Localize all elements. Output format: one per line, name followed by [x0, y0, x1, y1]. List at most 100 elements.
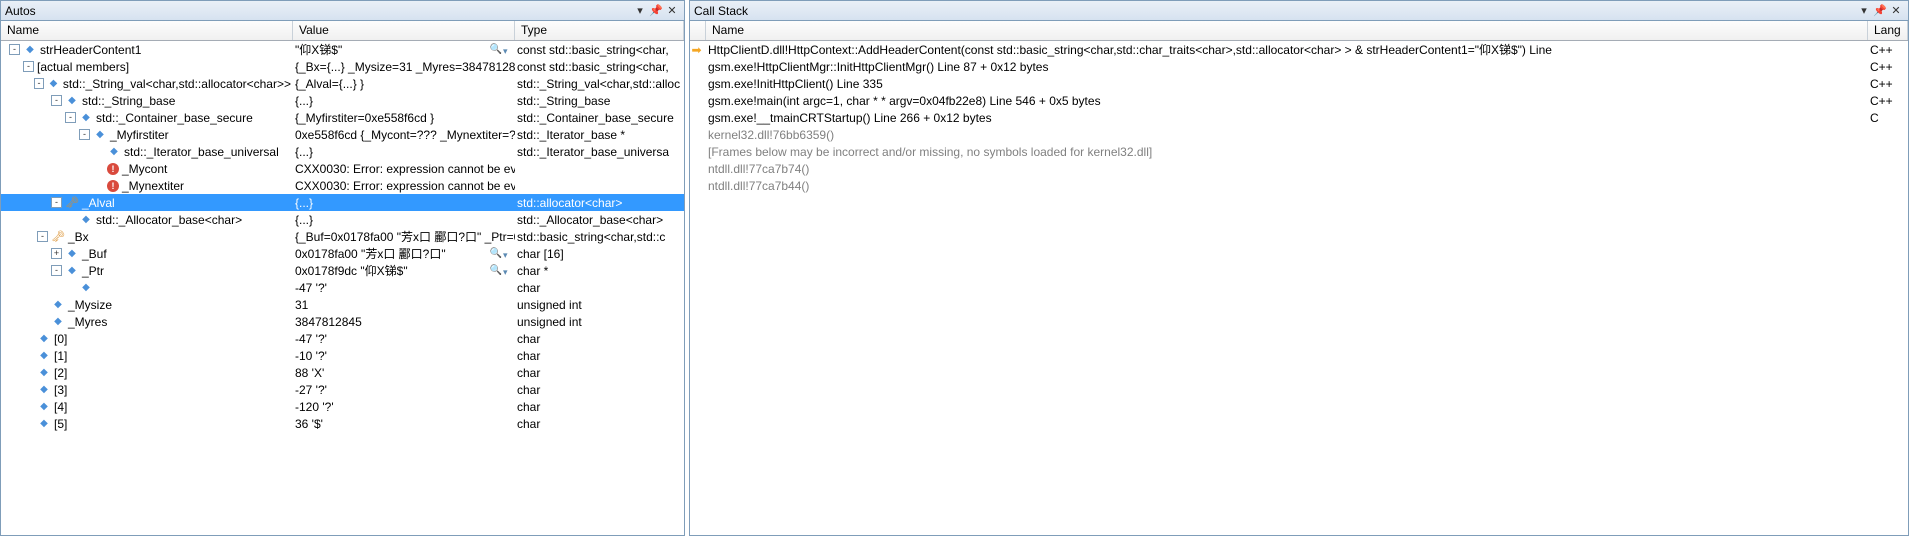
expand-icon[interactable]: + — [51, 248, 62, 259]
callstack-row[interactable]: ntdll.dll!77ca7b74() — [690, 160, 1908, 177]
col-name[interactable]: Name — [1, 21, 293, 40]
cell-value[interactable]: 31 — [293, 296, 515, 313]
cell-name: -[actual members] — [1, 58, 293, 75]
collapse-icon[interactable]: - — [51, 265, 62, 276]
cell-value[interactable]: {...} — [293, 92, 515, 109]
magnifier-icon[interactable] — [489, 264, 503, 278]
collapse-icon[interactable]: - — [23, 61, 34, 72]
variable-icon — [79, 111, 93, 125]
collapse-icon[interactable]: - — [65, 112, 76, 123]
visualizer-dropdown-icon[interactable] — [503, 43, 513, 57]
autos-row[interactable]: -std::_String_base{...}std::_String_base — [1, 92, 684, 109]
autos-row[interactable]: [4]-120 '?'char — [1, 398, 684, 415]
autos-row[interactable]: -[actual members]{_Bx={...} _Mysize=31 _… — [1, 58, 684, 75]
row-name-text: std::_String_val<char,std::allocator<cha… — [63, 77, 291, 91]
autos-row[interactable]: [2]88 'X'char — [1, 364, 684, 381]
row-value-text: CXX0030: Error: expression cannot be eva… — [295, 162, 515, 176]
cell-value[interactable]: {_Bx={...} _Mysize=31 _Myres=38478128 — [293, 58, 515, 75]
row-value-text: {_Bx={...} _Mysize=31 _Myres=38478128 — [295, 60, 515, 74]
autos-row[interactable]: -_Myfirstiter0xe558f6cd {_Mycont=??? _My… — [1, 126, 684, 143]
row-value-text: {...} — [295, 213, 513, 227]
autos-row[interactable]: [5]36 '$'char — [1, 415, 684, 432]
stack-lang-text — [1868, 160, 1908, 177]
autos-row[interactable]: -47 '?'char — [1, 279, 684, 296]
toggle-none — [65, 282, 76, 293]
cell-value[interactable]: -120 '?' — [293, 398, 515, 415]
cell-name: - _Bx — [1, 228, 293, 245]
callstack-header[interactable]: Call Stack ▾ 📌 ✕ — [690, 1, 1908, 21]
toggle-none — [23, 333, 34, 344]
row-name-text: [3] — [54, 383, 67, 397]
collapse-icon[interactable]: - — [79, 129, 90, 140]
col-value[interactable]: Value — [293, 21, 515, 40]
collapse-icon[interactable]: - — [51, 197, 62, 208]
visualizer-dropdown-icon[interactable] — [503, 264, 513, 278]
cell-value[interactable]: -47 '?' — [293, 279, 515, 296]
cell-value[interactable]: 0xe558f6cd {_Mycont=??? _Mynextiter=?? — [293, 126, 515, 143]
cell-value[interactable]: {...} — [293, 194, 515, 211]
autos-row[interactable]: [3]-27 '?'char — [1, 381, 684, 398]
callstack-row[interactable]: gsm.exe!HttpClientMgr::InitHttpClientMgr… — [690, 58, 1908, 75]
autos-row[interactable]: std::_Allocator_base<char>{...}std::_All… — [1, 211, 684, 228]
collapse-icon[interactable]: - — [34, 78, 44, 89]
autos-row[interactable]: std::_Iterator_base_universal{...}std::_… — [1, 143, 684, 160]
cell-value[interactable]: "仰X锑$" — [293, 41, 515, 58]
col-stack-lang[interactable]: Lang — [1868, 21, 1908, 40]
autos-row[interactable]: +_Buf0x0178fa00 "芳x口 酈口?口"char [16] — [1, 245, 684, 262]
autos-row[interactable]: _MycontCXX0030: Error: expression cannot… — [1, 160, 684, 177]
collapse-icon[interactable]: - — [9, 44, 20, 55]
pin-icon[interactable]: 📌 — [648, 3, 664, 19]
autos-row[interactable]: -_Ptr0x0178f9dc "仰X锑$"char * — [1, 262, 684, 279]
col-stack-name[interactable]: Name — [706, 21, 1868, 40]
autos-row[interactable]: _MynextiterCXX0030: Error: expression ca… — [1, 177, 684, 194]
callstack-row[interactable]: gsm.exe!main(int argc=1, char * * argv=0… — [690, 92, 1908, 109]
pin-icon[interactable]: 📌 — [1872, 3, 1888, 19]
toggle-none — [23, 350, 34, 361]
toggle-none — [23, 401, 34, 412]
cell-value[interactable]: {_Buf=0x0178fa00 "芳x口 酈口?口" _Ptr=0 — [293, 228, 515, 245]
autos-row[interactable]: -_Bx{_Buf=0x0178fa00 "芳x口 酈口?口" _Ptr=0st… — [1, 228, 684, 245]
cell-type — [515, 177, 684, 194]
visualizer-dropdown-icon[interactable] — [503, 247, 513, 261]
autos-row[interactable]: _Mysize31unsigned int — [1, 296, 684, 313]
col-type[interactable]: Type — [515, 21, 684, 40]
cell-value[interactable]: 3847812845 — [293, 313, 515, 330]
cell-value[interactable]: -10 '?' — [293, 347, 515, 364]
callstack-row[interactable]: HttpClientD.dll!HttpContext::AddHeaderCo… — [690, 41, 1908, 58]
dropdown-icon[interactable]: ▾ — [632, 3, 648, 19]
autos-row[interactable]: - std::_String_val<char,std::allocator<ch… — [1, 75, 684, 92]
dropdown-icon[interactable]: ▾ — [1856, 3, 1872, 19]
cell-value[interactable]: 0x0178fa00 "芳x口 酈口?口" — [293, 245, 515, 262]
autos-row[interactable]: [1]-10 '?'char — [1, 347, 684, 364]
callstack-row[interactable]: [Frames below may be incorrect and/or mi… — [690, 143, 1908, 160]
callstack-row[interactable]: kernel32.dll!76bb6359() — [690, 126, 1908, 143]
cell-value[interactable]: CXX0030: Error: expression cannot be eva… — [293, 160, 515, 177]
cell-value[interactable]: {...} — [293, 211, 515, 228]
magnifier-icon[interactable] — [489, 247, 503, 261]
magnifier-icon[interactable] — [489, 43, 503, 57]
cell-value[interactable]: {...} — [293, 143, 515, 160]
autos-row[interactable]: [0]-47 '?'char — [1, 330, 684, 347]
autos-row[interactable]: -_Alval{...}std::allocator<char> — [1, 194, 684, 211]
callstack-row[interactable]: ntdll.dll!77ca7b44() — [690, 177, 1908, 194]
collapse-icon[interactable]: - — [37, 231, 48, 242]
cell-value[interactable]: CXX0030: Error: expression cannot be eva… — [293, 177, 515, 194]
autos-header[interactable]: Autos ▾ 📌 ✕ — [1, 1, 684, 21]
cell-value[interactable]: 88 'X' — [293, 364, 515, 381]
cell-value[interactable]: {_Alval={...} } — [293, 75, 515, 92]
cell-value[interactable]: -47 '?' — [293, 330, 515, 347]
close-icon[interactable]: ✕ — [1888, 3, 1904, 19]
collapse-icon[interactable]: - — [51, 95, 62, 106]
autos-row[interactable]: -std::_Container_base_secure{_Myfirstite… — [1, 109, 684, 126]
autos-row[interactable]: _Myres3847812845unsigned int — [1, 313, 684, 330]
callstack-row[interactable]: gsm.exe!__tmainCRTStartup() Line 266 + 0… — [690, 109, 1908, 126]
cell-value[interactable]: -27 '?' — [293, 381, 515, 398]
row-name-text: _Bx — [68, 230, 89, 244]
callstack-row[interactable]: gsm.exe!InitHttpClient() Line 335C++ — [690, 75, 1908, 92]
close-icon[interactable]: ✕ — [664, 3, 680, 19]
cell-value[interactable]: 0x0178f9dc "仰X锑$" — [293, 262, 515, 279]
cell-value[interactable]: {_Myfirstiter=0xe558f6cd } — [293, 109, 515, 126]
autos-row[interactable]: -strHeaderContent1"仰X锑$"const std::basic… — [1, 41, 684, 58]
stack-lang-text — [1868, 126, 1908, 143]
cell-value[interactable]: 36 '$' — [293, 415, 515, 432]
